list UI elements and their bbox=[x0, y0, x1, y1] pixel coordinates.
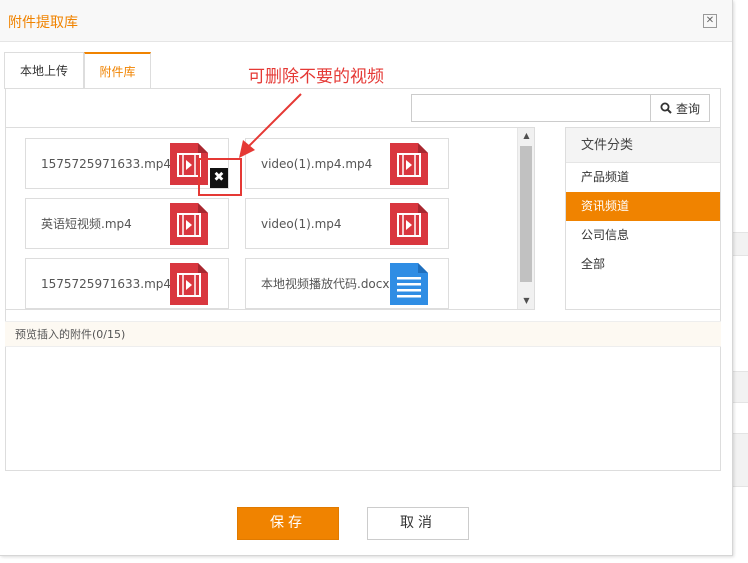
category-item-company[interactable]: 公司信息 bbox=[566, 221, 720, 250]
category-item-news[interactable]: 资讯频道 bbox=[566, 192, 720, 221]
video-file-icon bbox=[170, 263, 208, 305]
search-icon bbox=[660, 102, 672, 114]
dialog-title: 附件提取库 bbox=[8, 15, 78, 31]
category-item-product[interactable]: 产品频道 bbox=[566, 163, 720, 192]
video-file-icon bbox=[170, 203, 208, 245]
category-panel: 文件分类 产品频道 资讯频道 公司信息 全部 bbox=[565, 127, 721, 310]
file-card[interactable]: 英语短视频.mp4 bbox=[25, 198, 229, 249]
annotation-arrow bbox=[239, 93, 302, 158]
video-file-icon bbox=[390, 143, 428, 185]
category-item-all[interactable]: 全部 bbox=[566, 250, 720, 279]
file-name: 英语短视频.mp4 bbox=[41, 217, 132, 231]
file-name: 1575725971633.mp4 bbox=[41, 157, 172, 171]
scroll-thumb[interactable] bbox=[520, 146, 532, 282]
document-file-icon bbox=[390, 263, 428, 305]
scroll-up-arrow-icon[interactable]: ▲ bbox=[518, 128, 535, 144]
file-list-scrollbar[interactable]: ▲ ▼ bbox=[517, 128, 534, 309]
file-name: 1575725971633.mp4 bbox=[41, 277, 172, 291]
file-card[interactable]: 本地视频播放代码.docx bbox=[245, 258, 449, 309]
save-button[interactable]: 保存 bbox=[237, 507, 339, 540]
dialog-header: 附件提取库 ✕ bbox=[0, 0, 732, 42]
tab-attachment-library[interactable]: 附件库 bbox=[84, 52, 151, 89]
tab-local-upload[interactable]: 本地上传 bbox=[4, 52, 84, 89]
file-name: video(1).mp4 bbox=[261, 217, 342, 231]
search-button-label: 查询 bbox=[675, 101, 700, 116]
background-page-strip bbox=[733, 433, 748, 487]
cancel-button[interactable]: 取消 bbox=[367, 507, 469, 540]
preview-label: 预览插入的附件(0/15) bbox=[5, 321, 721, 347]
background-page-strip bbox=[733, 232, 748, 256]
search-input[interactable] bbox=[411, 94, 651, 122]
preview-area bbox=[6, 347, 720, 470]
close-icon[interactable]: ✕ bbox=[703, 14, 717, 28]
annotation-text: 可删除不要的视频 bbox=[248, 67, 384, 87]
file-card[interactable]: video(1).mp4 bbox=[245, 198, 449, 249]
background-page-strip bbox=[733, 371, 748, 403]
search-button[interactable]: 查询 bbox=[650, 94, 710, 122]
delete-file-icon[interactable]: ✖ bbox=[210, 168, 228, 188]
scroll-down-arrow-icon[interactable]: ▼ bbox=[518, 293, 535, 309]
category-header: 文件分类 bbox=[566, 128, 720, 163]
file-name: 本地视频播放代码.docx bbox=[261, 277, 390, 291]
file-card[interactable]: 1575725971633.mp4 bbox=[25, 258, 229, 309]
video-file-icon bbox=[390, 203, 428, 245]
